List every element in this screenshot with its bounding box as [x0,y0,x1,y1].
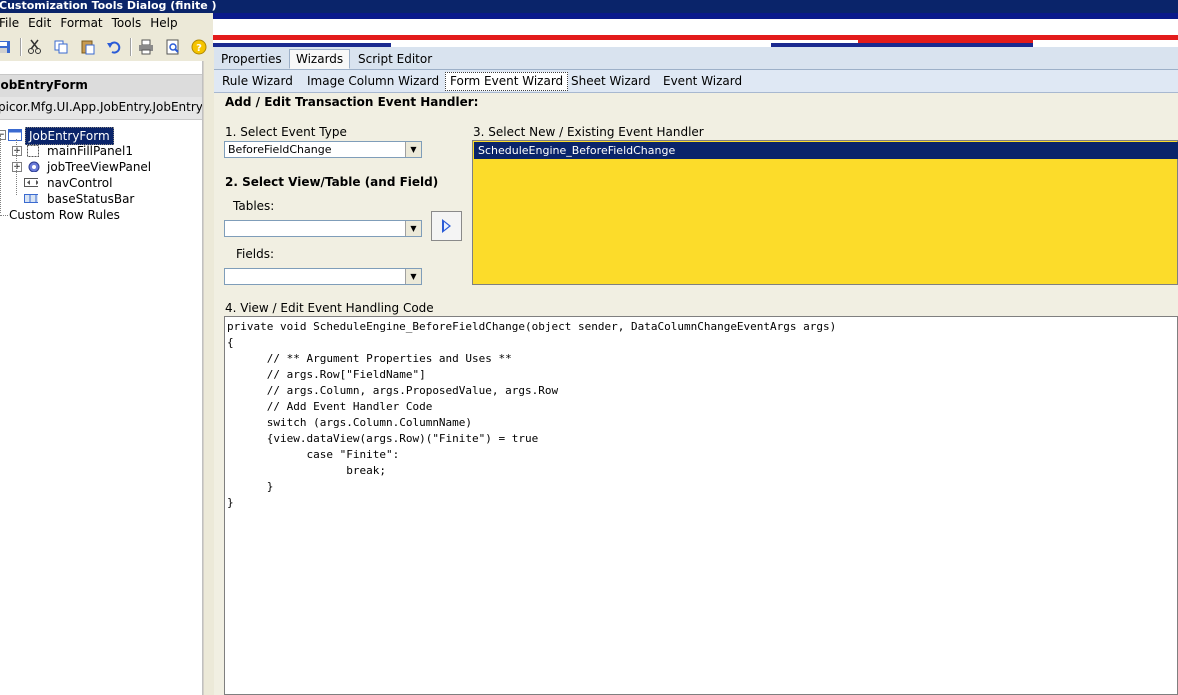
menu-tools[interactable]: Tools [112,16,142,30]
form-icon [8,129,22,141]
nav-control-icon [24,178,38,187]
code-editor[interactable]: private void ScheduleEngine_BeforeFieldC… [224,316,1178,695]
tree-item-label: mainFillPanel1 [47,144,134,158]
copy-icon[interactable] [53,39,69,55]
wizard-heading: Add / Edit Transaction Event Handler: [225,95,479,109]
panel-icon [27,145,39,157]
tree-item-label: jobTreeViewPanel [47,160,152,174]
menu-edit[interactable]: Edit [28,16,51,30]
window-title-bar[interactable]: Customization Tools Dialog (finite ) [0,0,1178,13]
tab-properties[interactable]: Properties [215,50,288,68]
toolbar: ? [0,34,213,61]
step4-label: 4. View / Edit Event Handling Code [225,301,434,315]
chevron-down-icon[interactable]: ▼ [405,269,421,284]
cut-icon[interactable] [27,39,43,55]
event-type-select[interactable]: BeforeFieldChange ▼ [224,141,422,158]
help-icon[interactable]: ? [191,39,207,55]
tab-script-editor[interactable]: Script Editor [352,50,438,68]
tree-item-label: navControl [47,176,113,190]
status-bar-icon [24,194,38,203]
menu-bar: File Edit Format Tools Help [0,13,213,34]
add-handler-button[interactable] [431,211,462,241]
tree-item-label: baseStatusBar [47,192,135,206]
tab-form-event-wizard[interactable]: Form Event Wizard [445,72,569,91]
paste-icon[interactable] [80,39,96,55]
tab-sheet-wizard[interactable]: Sheet Wizard [567,73,654,90]
event-type-value: BeforeFieldChange [228,143,332,156]
window-title: Customization Tools Dialog (finite ) [0,0,217,12]
tab-event-wizard[interactable]: Event Wizard [659,73,746,90]
menu-format[interactable]: Format [60,16,102,30]
save-icon[interactable] [0,39,12,55]
expand-icon[interactable]: + [12,162,22,172]
tab-image-column-wizard[interactable]: Image Column Wizard [303,73,443,90]
step2-label: 2. Select View/Table (and Field) [225,175,439,189]
menu-file[interactable]: File [0,16,19,30]
print-icon[interactable] [138,39,154,55]
main-tabs: Properties Wizards Script Editor [214,47,1178,70]
step3-label: 3. Select New / Existing Event Handler [473,125,704,139]
step1-label: 1. Select Event Type [225,125,347,139]
tab-rule-wizard[interactable]: Rule Wizard [218,73,297,90]
print-preview-icon[interactable] [165,39,181,55]
svg-text:?: ? [196,43,202,54]
chevron-down-icon[interactable]: ▼ [405,221,421,236]
flag-banner [213,13,1178,47]
undo-icon[interactable] [106,39,122,55]
list-item[interactable]: ScheduleEngine_BeforeFieldChange [474,142,1178,159]
tab-wizards[interactable]: Wizards [289,49,351,69]
gear-icon [28,161,40,172]
fields-select[interactable]: ▼ [224,268,422,285]
event-handler-list[interactable]: ScheduleEngine_BeforeFieldChange [472,140,1178,285]
wizard-tabs: Rule Wizard Image Column Wizard Form Eve… [214,70,1178,93]
code-text: private void ScheduleEngine_BeforeFieldC… [227,320,837,509]
tables-select[interactable]: ▼ [224,220,422,237]
expand-icon[interactable]: + [12,146,22,156]
menu-help[interactable]: Help [150,16,177,30]
form-name-header: JobEntryForm [0,74,202,98]
tables-label: Tables: [233,199,275,213]
namespace-header: picor.Mfg.UI.App.JobEntry.JobEntry [0,97,202,120]
fields-label: Fields: [236,247,274,261]
chevron-down-icon[interactable]: ▼ [405,142,421,157]
